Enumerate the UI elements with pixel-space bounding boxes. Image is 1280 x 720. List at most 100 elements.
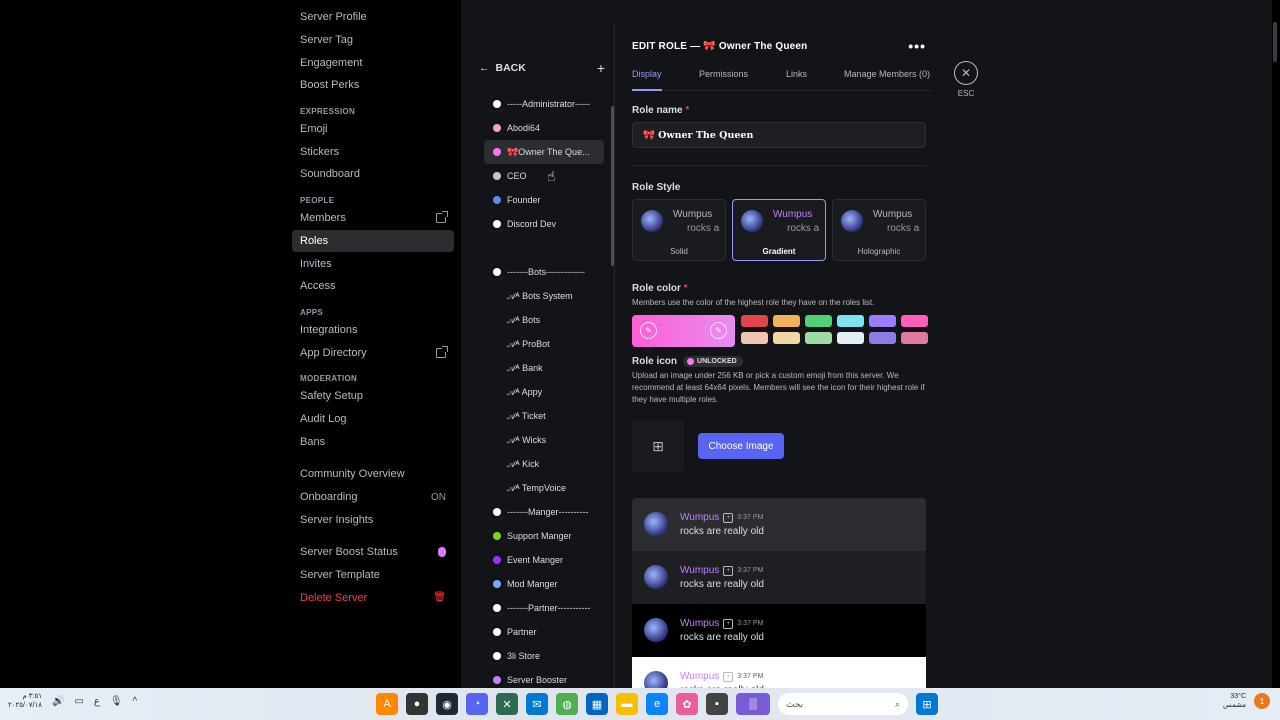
color-swatch[interactable] — [805, 332, 832, 344]
mail-icon[interactable]: ✉ — [526, 693, 548, 715]
color-swatch[interactable] — [869, 332, 896, 344]
sidebar-item-bans[interactable]: Bans — [292, 430, 454, 453]
role-item[interactable]: Support Manger — [484, 524, 604, 548]
app-icon[interactable]: ✕ — [496, 693, 518, 715]
eyedropper-icon[interactable]: ✎ — [710, 322, 727, 339]
role-item[interactable]: 𝒜ᴬ Ticket — [484, 404, 604, 428]
sidebar-item-engagement[interactable]: Engagement — [292, 51, 454, 74]
app-icon[interactable]: ✿ — [676, 693, 698, 715]
choose-image-button[interactable]: Choose Image — [698, 433, 784, 459]
steam-icon[interactable]: ◉ — [436, 693, 458, 715]
color-swatch[interactable] — [837, 332, 864, 344]
eyedropper-icon[interactable]: ✎ — [640, 322, 657, 339]
sidebar-item-server-template[interactable]: Server Template — [292, 564, 454, 587]
sidebar-item-invites[interactable]: Invites — [292, 252, 454, 275]
back-button[interactable]: ← BACK — [479, 62, 526, 74]
language-indicator[interactable]: ع — [94, 696, 100, 707]
chevron-up-icon[interactable]: ^ — [133, 696, 138, 707]
close-settings[interactable]: ✕ ESC — [954, 61, 978, 98]
color-swatch[interactable] — [773, 332, 800, 344]
sidebar-item-integrations[interactable]: Integrations — [292, 319, 454, 342]
sidebar-item-safety-setup[interactable]: Safety Setup — [292, 385, 454, 408]
color-swatch[interactable] — [901, 315, 928, 327]
role-item[interactable]: 𝒜ᴬ TempVoice — [484, 476, 604, 500]
sidebar-item-server-tag[interactable]: Server Tag — [292, 29, 454, 52]
role-item[interactable]: 𝒜ᴬ Bots — [484, 308, 604, 332]
notification-badge[interactable]: 1 — [1254, 693, 1270, 710]
taskbar-search[interactable]: بحث ⌕ — [778, 693, 908, 715]
role-item[interactable]: Event Manger — [484, 548, 604, 572]
sidebar-item-members[interactable]: Members — [292, 207, 454, 230]
color-swatch[interactable] — [741, 332, 768, 344]
tab-manage-members[interactable]: Manage Members (0) — [844, 69, 930, 79]
app-icon[interactable]: A — [376, 693, 398, 715]
style-gradient-option[interactable]: Wumpus rocks a Gradient — [732, 199, 826, 261]
network-icon[interactable]: ▭ — [74, 696, 83, 707]
gradient-color-swatch[interactable]: ✎ ✎ — [632, 315, 735, 347]
tab-permissions[interactable]: Permissions — [699, 69, 748, 79]
chrome-icon[interactable]: ◍ — [556, 693, 578, 715]
sidebar-item-community-overview[interactable]: Community Overview — [292, 463, 454, 486]
color-swatch[interactable] — [805, 315, 832, 327]
app-icon[interactable]: ▪ — [706, 693, 728, 715]
role-item[interactable]: 𝒜ᴬ Wicks — [484, 428, 604, 452]
windows-start-icon[interactable]: ⊞ — [916, 693, 938, 715]
folder-icon[interactable]: ▬ — [616, 693, 638, 715]
role-item[interactable]: Mod Manger — [484, 572, 604, 596]
role-item[interactable]: -------Partner----------- — [484, 596, 604, 620]
role-item[interactable]: 𝒜ᴬ Appy — [484, 380, 604, 404]
volume-icon[interactable]: 🔊 — [52, 696, 64, 707]
image-add-icon[interactable]: ⊞ — [632, 420, 684, 472]
style-holographic-option[interactable]: Wumpus rocks a Holographic — [832, 199, 926, 261]
role-item[interactable]: -------Manger---------- — [484, 500, 604, 524]
color-swatch[interactable] — [869, 315, 896, 327]
role-item[interactable]: 𝒜ᴬ Bots System — [484, 284, 604, 308]
color-swatch[interactable] — [837, 315, 864, 327]
sidebar-item-boost-perks[interactable]: Boost Perks — [292, 74, 454, 97]
store-icon[interactable]: ▦ — [586, 693, 608, 715]
discord-icon[interactable]: ◔ — [466, 693, 488, 715]
role-item[interactable]: Founder — [484, 188, 604, 212]
role-item[interactable]: -------Bots------------- — [484, 260, 604, 284]
role-item[interactable]: 𝒜ᴬ ProBot — [484, 332, 604, 356]
sidebar-item-server-insights[interactable]: Server Insights — [292, 508, 454, 531]
weather-widget[interactable]: 33°C مشمس — [1223, 692, 1246, 710]
color-swatch[interactable] — [773, 315, 800, 327]
role-item[interactable]: Discord Dev — [484, 212, 604, 236]
role-item[interactable] — [484, 236, 604, 260]
role-item[interactable]: 𝒜ᴬ Bank — [484, 356, 604, 380]
role-item[interactable]: Partner — [484, 620, 604, 644]
sidebar-item-audit-log[interactable]: Audit Log — [292, 408, 454, 431]
sidebar-item-emoji[interactable]: Emoji — [292, 118, 454, 141]
roles-scrollbar[interactable] — [611, 106, 614, 266]
role-name-input[interactable]: 🎀 Owner The Queen — [632, 122, 926, 148]
sidebar-item-stickers[interactable]: Stickers — [292, 140, 454, 163]
clock[interactable]: ٣:٥١ م ٢٠٢٥/٠٧/١٨ — [8, 692, 42, 710]
tab-display[interactable]: Display — [632, 69, 662, 79]
more-options-button[interactable]: ••• — [908, 38, 926, 54]
role-item[interactable]: -----Administrator----- — [484, 92, 604, 116]
main-scrollbar[interactable] — [1272, 22, 1278, 688]
sidebar-item-app-directory[interactable]: App Directory — [292, 341, 454, 364]
sidebar-item-boost-status[interactable]: Server Boost Status — [292, 541, 454, 564]
close-icon[interactable]: ✕ — [954, 61, 978, 85]
role-item[interactable]: 3li Store — [484, 644, 604, 668]
color-swatch[interactable] — [901, 332, 928, 344]
sidebar-item-onboarding[interactable]: Onboarding ON — [292, 486, 454, 509]
role-item[interactable]: Abodi64 — [484, 116, 604, 140]
role-item[interactable]: 𝒜ᴬ Kick — [484, 452, 604, 476]
sidebar-item-roles[interactable]: Roles — [292, 229, 454, 253]
tab-links[interactable]: Links — [786, 69, 807, 79]
role-item[interactable]: 🎀Owner The Que... — [484, 140, 604, 164]
color-swatch[interactable] — [741, 315, 768, 327]
role-item[interactable]: CEO — [484, 164, 604, 188]
add-role-button[interactable]: + — [597, 60, 605, 76]
style-solid-option[interactable]: Wumpus rocks a Solid — [632, 199, 726, 261]
app-icon[interactable]: ● — [406, 693, 428, 715]
sidebar-item-server-profile[interactable]: Server Profile — [292, 6, 454, 29]
widget-icon[interactable]: ▒ — [736, 693, 770, 715]
edge-icon[interactable]: e — [646, 693, 668, 715]
microphone-icon[interactable]: 🎙 — [110, 696, 123, 707]
sidebar-item-access[interactable]: Access — [292, 275, 454, 298]
sidebar-item-soundboard[interactable]: Soundboard — [292, 163, 454, 186]
